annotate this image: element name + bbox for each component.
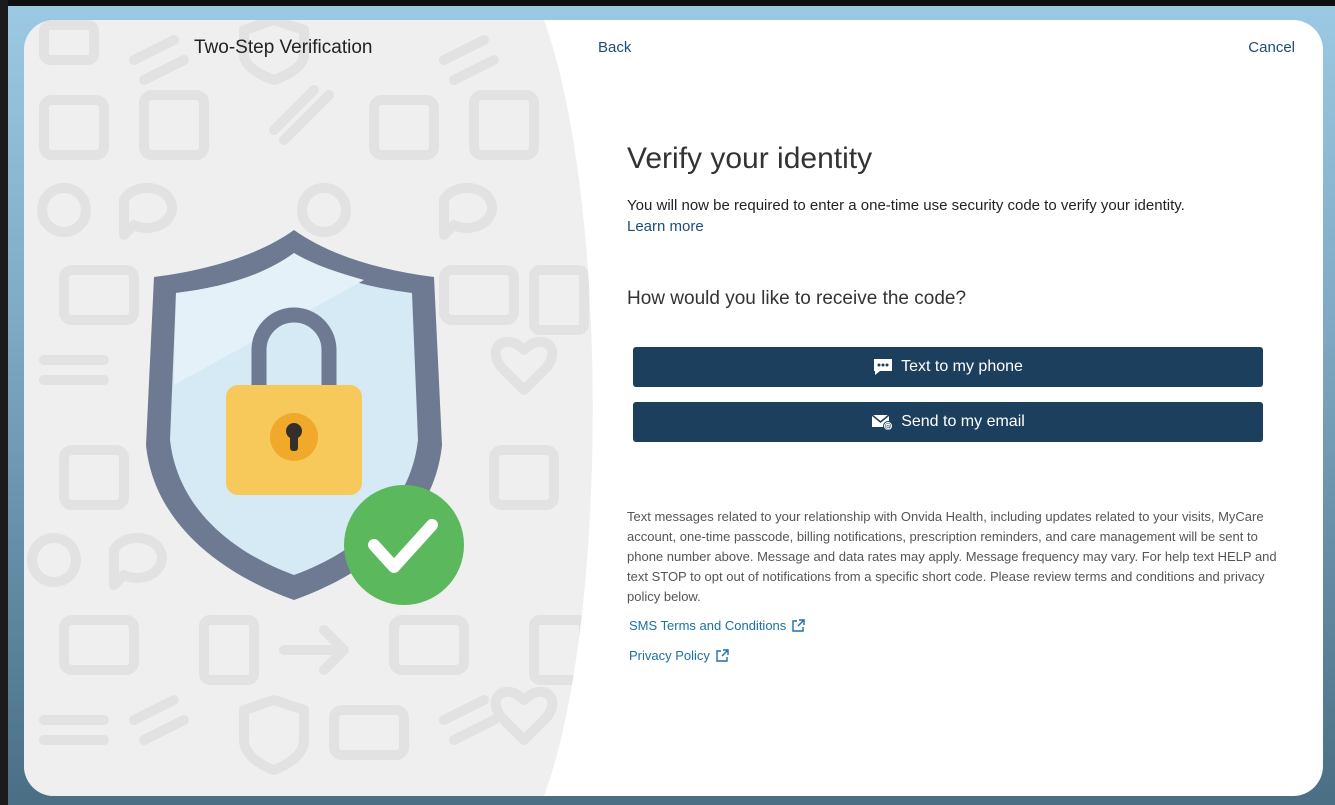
text-to-phone-button[interactable]: Text to my phone	[633, 347, 1263, 387]
illustration-panel: Two-Step Verification	[24, 20, 624, 796]
shield-lock-icon	[134, 225, 504, 605]
window-frame-top	[0, 0, 1335, 6]
sms-disclaimer: Text messages related to your relationsh…	[627, 509, 1277, 604]
svg-text:@: @	[885, 423, 892, 431]
description: You will now be required to enter a one-…	[627, 195, 1287, 237]
sms-terms-label: SMS Terms and Conditions	[629, 618, 787, 633]
window-frame-left	[0, 0, 8, 805]
security-shield-illustration	[134, 225, 504, 610]
chat-bubble-icon	[873, 358, 893, 376]
privacy-policy-label: Privacy Policy	[629, 648, 710, 663]
description-text: You will now be required to enter a one-…	[627, 197, 1185, 214]
send-to-email-label: Send to my email	[901, 413, 1025, 430]
privacy-policy-link[interactable]: Privacy Policy	[629, 648, 729, 663]
email-icon: @	[871, 413, 894, 431]
external-link-icon	[716, 648, 729, 662]
send-to-email-button[interactable]: @ Send to my email	[633, 402, 1263, 442]
verification-card: Two-Step Verification Back Cancel Verify…	[24, 20, 1323, 796]
delivery-question: How would you like to receive the code?	[627, 288, 967, 309]
page-title: Verify your identity	[627, 142, 873, 175]
back-link[interactable]: Back	[598, 39, 631, 56]
panel-title: Two-Step Verification	[194, 37, 373, 58]
text-to-phone-label: Text to my phone	[901, 358, 1023, 375]
cancel-link[interactable]: Cancel	[1248, 39, 1295, 56]
external-link-icon	[792, 618, 805, 632]
sms-terms-link[interactable]: SMS Terms and Conditions	[629, 618, 805, 633]
learn-more-link[interactable]: Learn more	[627, 218, 704, 235]
